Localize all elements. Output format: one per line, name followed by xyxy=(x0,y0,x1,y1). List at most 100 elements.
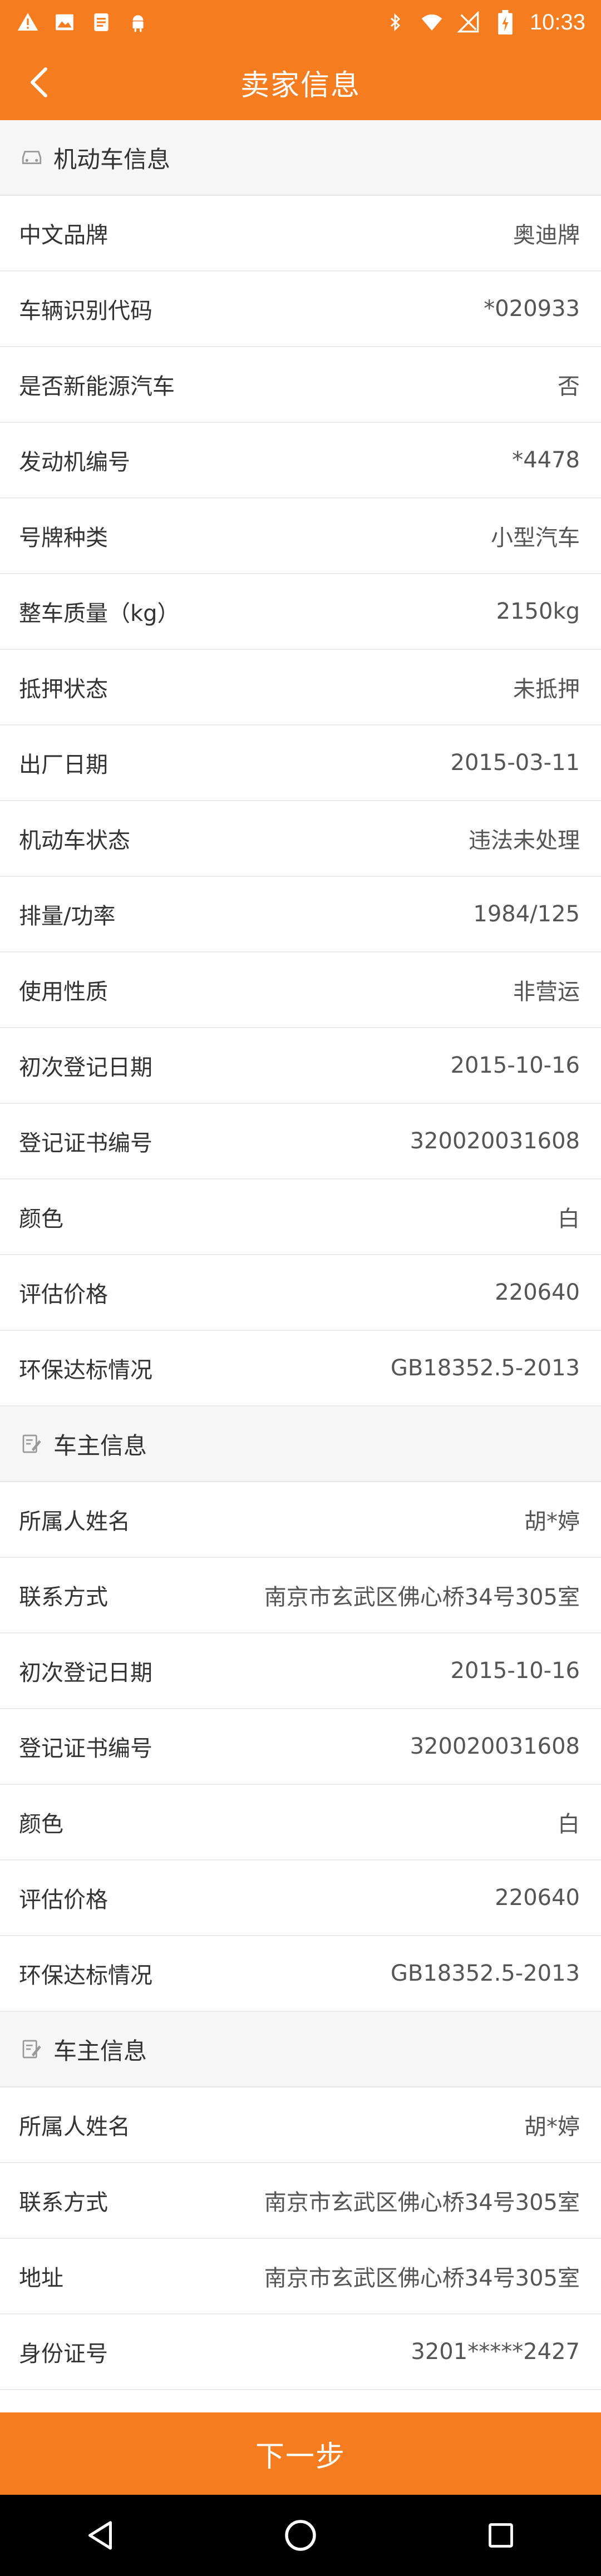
row-label: 号牌种类 xyxy=(19,525,108,551)
info-row: 所属人姓名 胡*婷 xyxy=(0,1482,601,1558)
info-row: 联系方式 南京市玄武区佛心桥34号305室 xyxy=(0,2163,601,2239)
info-row: 号牌种类 小型汽车 xyxy=(0,499,601,574)
row-value: 南京市玄武区佛心桥34号305室 xyxy=(264,2266,580,2291)
info-row: 登记证书编号 320020031608 xyxy=(0,1104,601,1180)
row-label: 使用性质 xyxy=(19,979,108,1005)
row-label: 环保达标情况 xyxy=(19,1358,152,1383)
row-label: 初次登记日期 xyxy=(19,1055,152,1080)
status-bar-right: 10:33 xyxy=(383,10,585,35)
info-row: 地址 南京市玄武区佛心桥34号305室 xyxy=(0,2239,601,2315)
row-label: 机动车状态 xyxy=(19,828,130,853)
row-label: 登记证书编号 xyxy=(19,1131,152,1156)
info-row: 评估价格 220640 xyxy=(0,1255,601,1331)
row-value: 320020031608 xyxy=(410,1734,580,1759)
info-row: 初次登记日期 2015-10-16 xyxy=(0,1028,601,1104)
car-icon xyxy=(19,145,45,170)
app-header: 卖家信息 xyxy=(0,45,601,120)
row-value: 1984/125 xyxy=(473,901,580,927)
row-value: 南京市玄武区佛心桥34号305室 xyxy=(264,1585,580,1610)
no-signal-icon xyxy=(456,10,481,34)
row-value: 小型汽车 xyxy=(491,525,580,551)
row-value: 2015-10-16 xyxy=(450,1053,580,1078)
warning-icon xyxy=(16,10,40,34)
info-row: 使用性质 非营运 xyxy=(0,953,601,1028)
row-value: GB18352.5-2013 xyxy=(390,1961,580,1986)
info-row: 车辆识别代码 *020933 xyxy=(0,272,601,347)
document-icon xyxy=(89,10,114,34)
row-label: 地址 xyxy=(19,2266,63,2291)
bluetooth-icon xyxy=(383,10,407,34)
info-row: 颜色 白 xyxy=(0,1785,601,1861)
info-row: 登记证书编号 320020031608 xyxy=(0,1709,601,1785)
row-label: 抵押状态 xyxy=(19,677,108,702)
row-label: 联系方式 xyxy=(19,2190,108,2215)
section-header-owner-info: 车主信息 xyxy=(0,1407,601,1482)
row-value: *020933 xyxy=(484,296,580,322)
row-value: 白 xyxy=(558,1812,580,1837)
section-title: 车主信息 xyxy=(53,1432,147,1459)
row-label: 身份证号 xyxy=(19,2341,108,2367)
row-label: 评估价格 xyxy=(19,1282,108,1307)
row-value: 220640 xyxy=(495,1280,580,1305)
info-row: 抵押状态 未抵押 xyxy=(0,650,601,726)
row-label: 评估价格 xyxy=(19,1887,108,1913)
info-row: 中文品牌 奥迪牌 xyxy=(0,196,601,272)
row-label: 排量/功率 xyxy=(19,904,116,929)
next-step-button[interactable]: 下一步 xyxy=(0,2412,601,2495)
image-icon xyxy=(52,10,77,34)
system-nav-bar xyxy=(0,2495,601,2576)
row-value: 否 xyxy=(558,374,580,399)
row-label: 出厂日期 xyxy=(19,752,108,778)
info-row: 身份证号 3201*****2427 xyxy=(0,2315,601,2390)
row-value: 白 xyxy=(558,1206,580,1232)
edit-note-icon xyxy=(19,2036,45,2062)
nav-back-button[interactable] xyxy=(67,2502,134,2569)
row-label: 是否新能源汽车 xyxy=(19,374,175,399)
back-button[interactable] xyxy=(20,63,58,101)
row-label: 登记证书编号 xyxy=(19,1736,152,1761)
status-bar: 10:33 xyxy=(0,0,601,45)
nav-home-button[interactable] xyxy=(267,2502,334,2569)
row-label: 所属人姓名 xyxy=(19,1509,130,1534)
section-title: 机动车信息 xyxy=(53,145,171,173)
seller-info-list[interactable]: 机动车信息 中文品牌 奥迪牌 车辆识别代码 *020933 是否新能源汽车 否 发动机… xyxy=(0,120,601,2412)
row-value: 3201*****2427 xyxy=(411,2339,580,2365)
row-label: 中文品牌 xyxy=(19,223,108,248)
nav-recents-button[interactable] xyxy=(467,2502,534,2569)
info-row: 排量/功率 1984/125 xyxy=(0,877,601,953)
row-value: 220640 xyxy=(495,1885,580,1911)
row-value: GB18352.5-2013 xyxy=(390,1355,580,1381)
row-label: 环保达标情况 xyxy=(19,1963,152,1988)
row-label: 颜色 xyxy=(19,1206,63,1232)
section-header-owner-info: 车主信息 xyxy=(0,2012,601,2088)
status-time: 10:33 xyxy=(529,9,585,34)
wifi-icon xyxy=(420,10,444,34)
row-value: 2150kg xyxy=(496,599,580,624)
row-value: 违法未处理 xyxy=(469,828,580,853)
info-row: 评估价格 220640 xyxy=(0,1861,601,1936)
row-value: *4478 xyxy=(512,447,580,473)
battery-icon xyxy=(493,10,518,34)
row-label: 颜色 xyxy=(19,1812,63,1837)
row-label: 发动机编号 xyxy=(19,450,130,475)
info-row: 环保达标情况 GB18352.5-2013 xyxy=(0,1936,601,2012)
row-value: 胡*婷 xyxy=(524,1509,580,1534)
info-row: 环保达标情况 GB18352.5-2013 xyxy=(0,1331,601,1407)
row-label: 整车质量（kg） xyxy=(19,601,180,626)
info-row: 机动车状态 违法未处理 xyxy=(0,801,601,877)
page-title: 卖家信息 xyxy=(240,68,361,102)
edit-note-icon xyxy=(19,1431,45,1457)
info-row: 初次登记日期 2015-10-16 xyxy=(0,1634,601,1709)
row-value: 2015-03-11 xyxy=(450,750,580,776)
row-value: 未抵押 xyxy=(513,677,580,702)
row-value: 非营运 xyxy=(513,979,580,1005)
row-value: 2015-10-16 xyxy=(450,1658,580,1684)
row-value: 胡*婷 xyxy=(524,2114,580,2140)
chevron-left-icon xyxy=(31,67,47,97)
recents-square-icon xyxy=(489,2523,513,2548)
row-label: 联系方式 xyxy=(19,1585,108,1610)
info-row: 联系方式 南京市玄武区佛心桥34号305室 xyxy=(0,1558,601,1634)
info-row: 发动机编号 *4478 xyxy=(0,423,601,499)
row-value: 320020031608 xyxy=(410,1128,580,1154)
row-label: 所属人姓名 xyxy=(19,2114,130,2140)
